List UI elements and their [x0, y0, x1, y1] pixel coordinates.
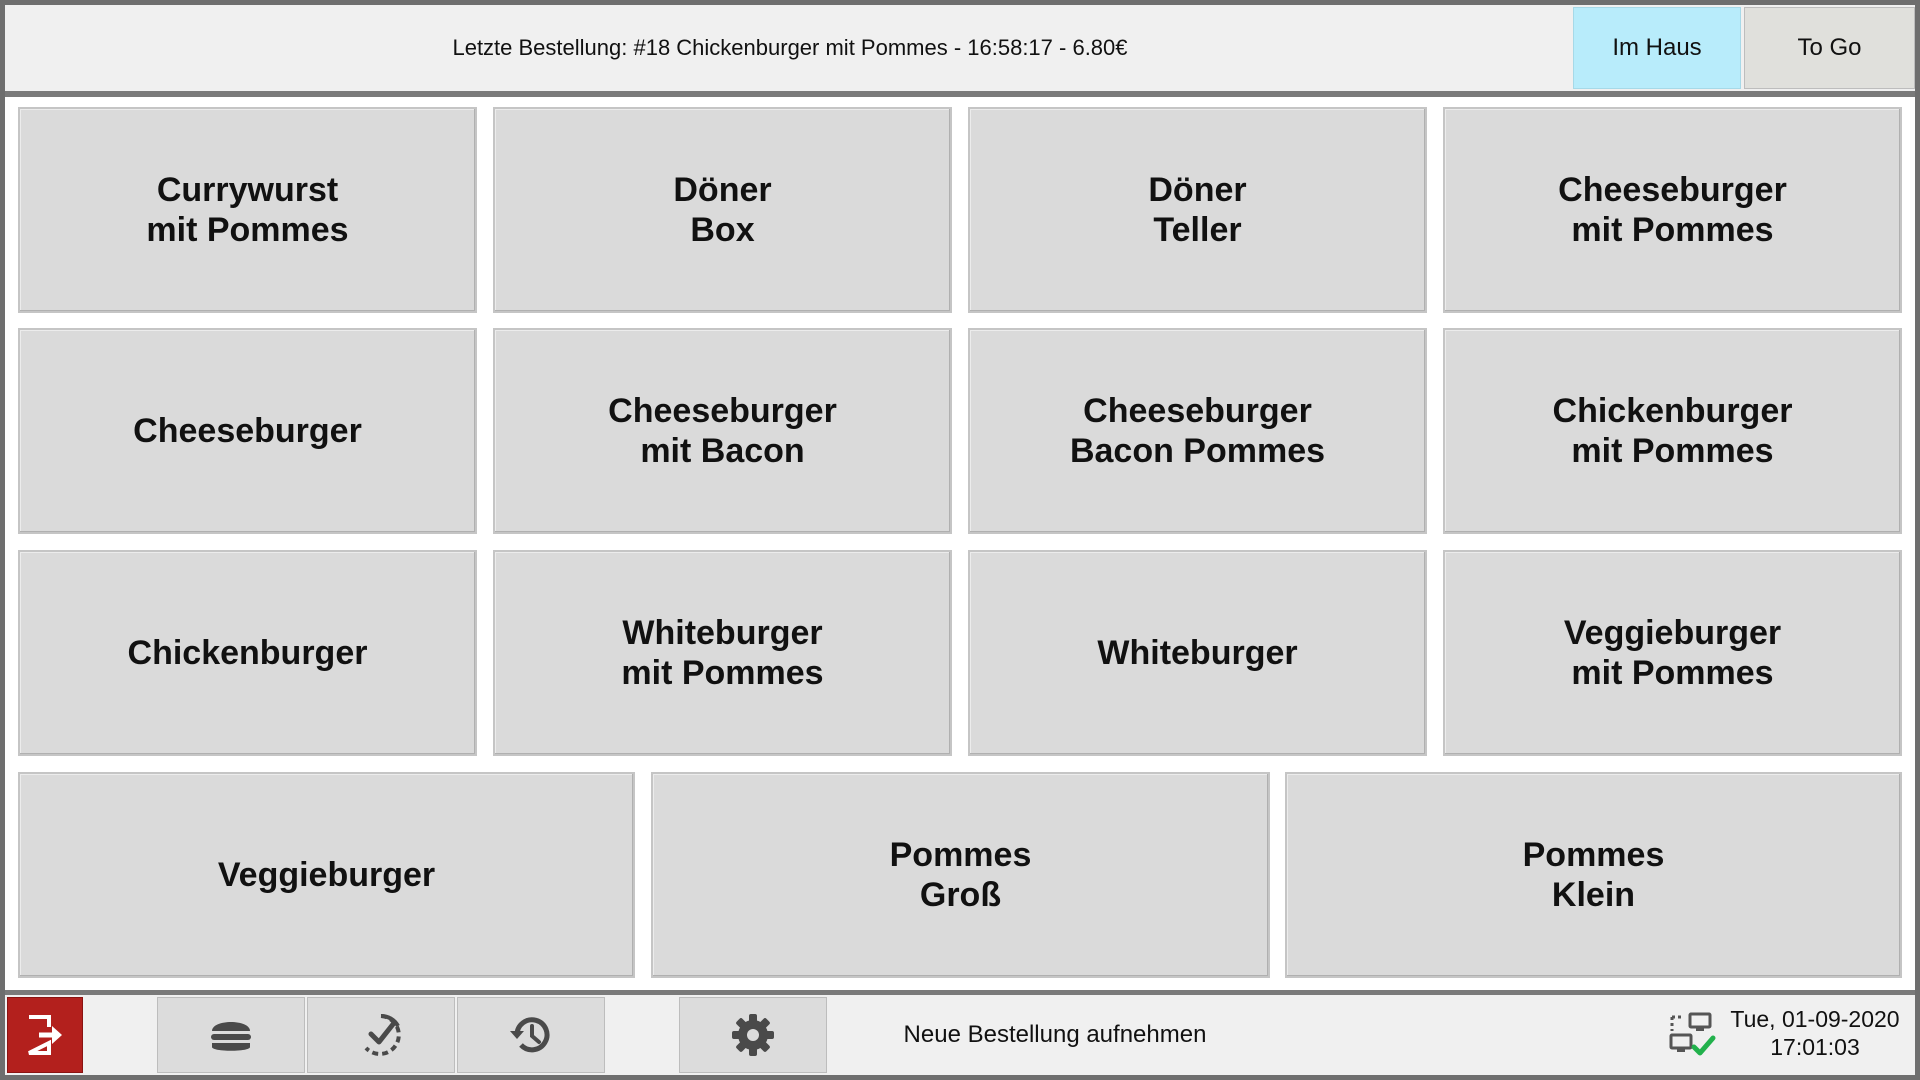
burger-icon: [211, 1022, 251, 1051]
last-order-info: Letzte Bestellung: #18 Chickenburger mit…: [452, 35, 1128, 60]
menu-item-cheeseburger-bacon-pommes[interactable]: Cheeseburger Bacon Pommes: [968, 328, 1427, 534]
network-status-icon: [1669, 1012, 1716, 1056]
check-progress-icon: [364, 1013, 401, 1056]
date-label: Tue, 01-09-2020: [1730, 1006, 1900, 1032]
footer-bar: Neue Bestellung aufnehmen Tue, 01-09-202…: [5, 995, 1915, 1075]
menu-item-whiteburger[interactable]: Whiteburger: [968, 550, 1427, 756]
menu-item-chickenburger[interactable]: Chickenburger: [18, 550, 477, 756]
gear-icon: [732, 1014, 774, 1056]
open-orders-button[interactable]: [307, 997, 455, 1073]
menu-item-pommes-gross[interactable]: Pommes Groß: [651, 772, 1270, 978]
date-time-display: Tue, 01-09-2020 17:01:03: [1720, 1005, 1910, 1065]
menu-button[interactable]: [157, 997, 305, 1073]
menu-item-chickenburger-mit-pommes[interactable]: Chickenburger mit Pommes: [1443, 328, 1902, 534]
dine-in-button[interactable]: Im Haus: [1573, 7, 1741, 89]
menu-item-currywurst-mit-pommes[interactable]: Currywurst mit Pommes: [18, 107, 477, 313]
history-icon: [510, 1017, 550, 1053]
time-label: 17:01:03: [1770, 1034, 1860, 1060]
menu-item-veggieburger-mit-pommes[interactable]: Veggieburger mit Pommes: [1443, 550, 1902, 756]
menu-item-doener-box[interactable]: Döner Box: [493, 107, 952, 313]
menu-item-cheeseburger[interactable]: Cheeseburger: [18, 328, 477, 534]
settings-button[interactable]: [679, 997, 827, 1073]
header-bar: Letzte Bestellung: #18 Chickenburger mit…: [5, 5, 1915, 91]
status-message: Neue Bestellung aufnehmen: [903, 1021, 1207, 1048]
menu-item-whiteburger-mit-pommes[interactable]: Whiteburger mit Pommes: [493, 550, 952, 756]
order-history-button[interactable]: [457, 997, 605, 1073]
menu-item-veggieburger[interactable]: Veggieburger: [18, 772, 635, 978]
menu-item-doener-teller[interactable]: Döner Teller: [968, 107, 1427, 313]
logout-button[interactable]: [7, 997, 83, 1073]
menu-item-cheeseburger-mit-pommes[interactable]: Cheeseburger mit Pommes: [1443, 107, 1902, 313]
menu-item-cheeseburger-mit-bacon[interactable]: Cheeseburger mit Bacon: [493, 328, 952, 534]
menu-grid: Currywurst mit Pommes Döner Box Döner Te…: [5, 97, 1915, 990]
logout-icon: [28, 1015, 62, 1055]
menu-item-pommes-klein[interactable]: Pommes Klein: [1285, 772, 1902, 978]
takeaway-button[interactable]: To Go: [1744, 7, 1915, 89]
